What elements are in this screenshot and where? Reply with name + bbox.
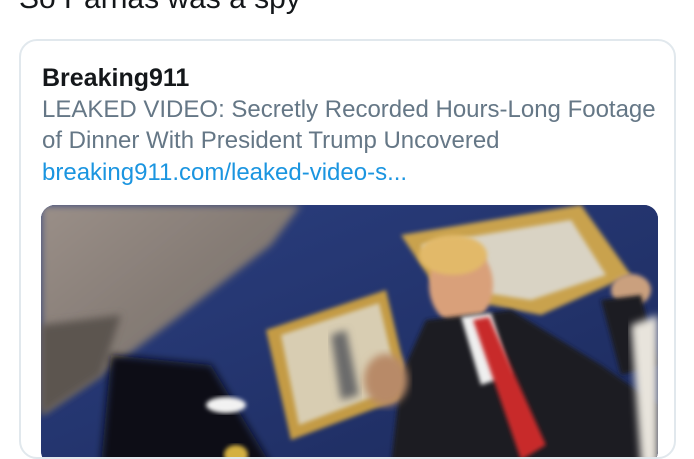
blurred-photo: [41, 205, 658, 457]
tweet-text: So Parnas was a spy: [19, 0, 301, 14]
link-preview-card[interactable]: Breaking911 LEAKED VIDEO: Secretly Recor…: [19, 39, 676, 459]
card-video-thumbnail[interactable]: [41, 205, 658, 457]
card-source: Breaking911: [42, 64, 190, 92]
card-link[interactable]: breaking911.com/leaked-video-s...: [42, 158, 407, 188]
card-title: LEAKED VIDEO: Secretly Recorded Hours-Lo…: [42, 96, 656, 154]
